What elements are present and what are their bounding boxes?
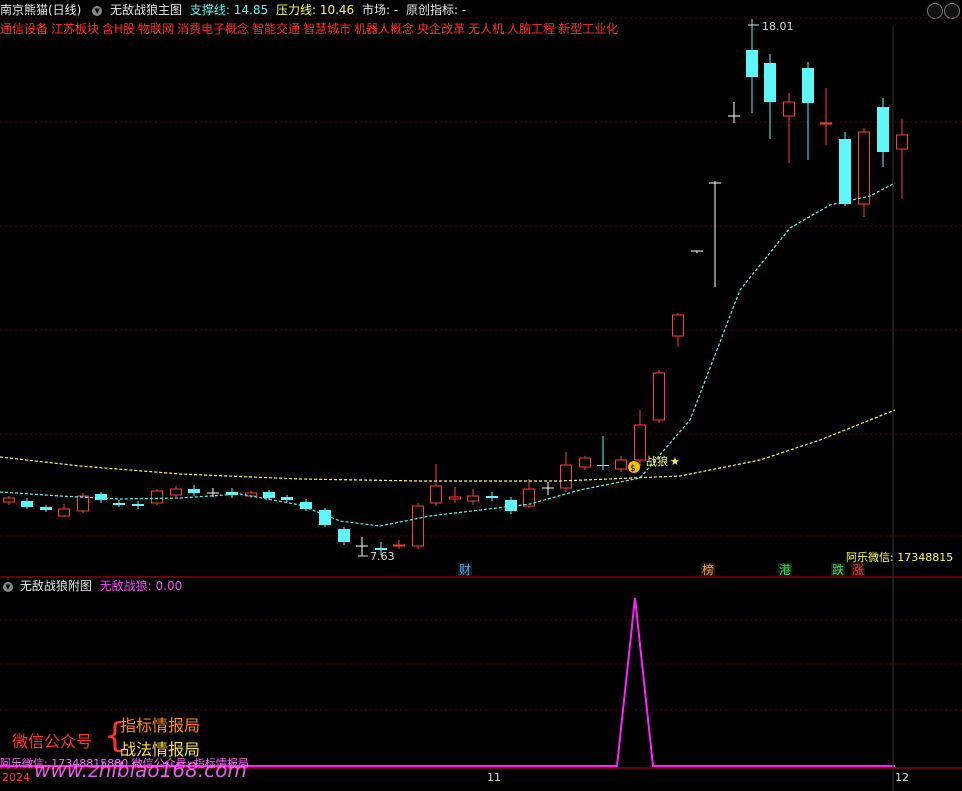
sub-indicator-label: 无敌战狼:: [99, 579, 152, 593]
candle[interactable]: [21, 498, 33, 509]
candle[interactable]: [77, 493, 89, 513]
high-price-label: 18.01: [762, 20, 794, 33]
support-line: [0, 409, 896, 482]
candle[interactable]: [281, 495, 293, 502]
candle[interactable]: [802, 62, 814, 160]
candle[interactable]: [615, 456, 627, 472]
candle[interactable]: [746, 19, 758, 113]
event-marker[interactable]: 港: [778, 563, 792, 577]
event-marker[interactable]: 财: [458, 563, 472, 577]
brand-secondary: 战法情报局: [120, 740, 201, 759]
candle[interactable]: [467, 489, 479, 505]
candle[interactable]: [170, 486, 182, 497]
candle[interactable]: [896, 119, 908, 199]
candle[interactable]: [338, 527, 350, 545]
candle[interactable]: [764, 54, 776, 139]
candle[interactable]: [58, 504, 70, 517]
stock-chart-window: 南京熊猫(日线) ▼ 无敌战狼主图 支撑线: 14.85 压力线: 10.46 …: [0, 0, 962, 791]
candles-group: [3, 19, 908, 556]
brand-primary: 指标情报局: [120, 716, 201, 735]
candle[interactable]: [672, 313, 684, 347]
sub-settings-icon[interactable]: ▼: [3, 581, 13, 592]
candle[interactable]: [226, 488, 238, 498]
event-marker-text: 涨: [852, 562, 864, 577]
candle[interactable]: [691, 250, 703, 253]
candle[interactable]: [356, 537, 368, 556]
contact-label: 阿乐微信: 17348815: [846, 550, 953, 564]
candle[interactable]: [858, 128, 870, 217]
event-markers: 财 榜 港 跌涨: [458, 562, 865, 577]
event-marker[interactable]: 跌: [831, 562, 845, 577]
event-marker-text: 港: [779, 563, 791, 577]
xaxis-label-nov: 11: [487, 771, 501, 784]
coin-symbol: $: [630, 464, 636, 474]
candle[interactable]: [188, 485, 200, 496]
candle[interactable]: [877, 98, 889, 167]
event-marker-text: 财: [459, 563, 471, 577]
candle[interactable]: [430, 464, 442, 506]
event-marker-text: 跌: [832, 562, 844, 577]
sub-chart-header: ▼ 无敌战狼附图 无敌战狼: 0.00: [0, 578, 182, 594]
candle[interactable]: [820, 88, 832, 145]
candle[interactable]: [113, 500, 125, 507]
star-icon: ★: [670, 455, 680, 468]
event-marker[interactable]: 榜: [701, 562, 715, 577]
candle[interactable]: [393, 540, 405, 549]
event-marker-text: 榜: [702, 562, 714, 577]
candle[interactable]: [783, 93, 795, 163]
sub-chart-title[interactable]: 无敌战狼附图: [20, 579, 92, 593]
xaxis-label-dec: 12: [895, 771, 909, 784]
xaxis-label-year: 2024: [2, 771, 30, 784]
candle[interactable]: [634, 410, 646, 466]
candle[interactable]: [449, 487, 461, 503]
candle[interactable]: [542, 482, 554, 495]
candle[interactable]: [597, 436, 609, 470]
candle[interactable]: [709, 181, 721, 287]
candle[interactable]: [40, 505, 52, 512]
candle[interactable]: [728, 102, 740, 123]
candle[interactable]: [486, 492, 498, 501]
candle[interactable]: [132, 501, 144, 509]
candle[interactable]: [653, 370, 665, 423]
candle[interactable]: [839, 132, 851, 206]
candle[interactable]: [412, 503, 424, 549]
wechat-label: 微信公众号: [12, 732, 93, 751]
candle[interactable]: [151, 489, 163, 505]
candle[interactable]: [560, 452, 572, 492]
low-price-label: 7.63: [370, 550, 395, 563]
candle[interactable]: [319, 508, 331, 527]
signal-label: 战狼: [646, 454, 668, 468]
trend-line: [0, 182, 896, 527]
candlestick-chart[interactable]: 18.01 7.63 $ 战狼 ★ 阿乐微信: 17348815 财 榜 港 跌涨 2…: [0, 0, 962, 791]
candle[interactable]: [579, 456, 591, 470]
event-marker[interactable]: 涨: [851, 562, 865, 577]
candle[interactable]: [3, 496, 15, 505]
sub-indicator-value: 0.00: [155, 579, 183, 593]
